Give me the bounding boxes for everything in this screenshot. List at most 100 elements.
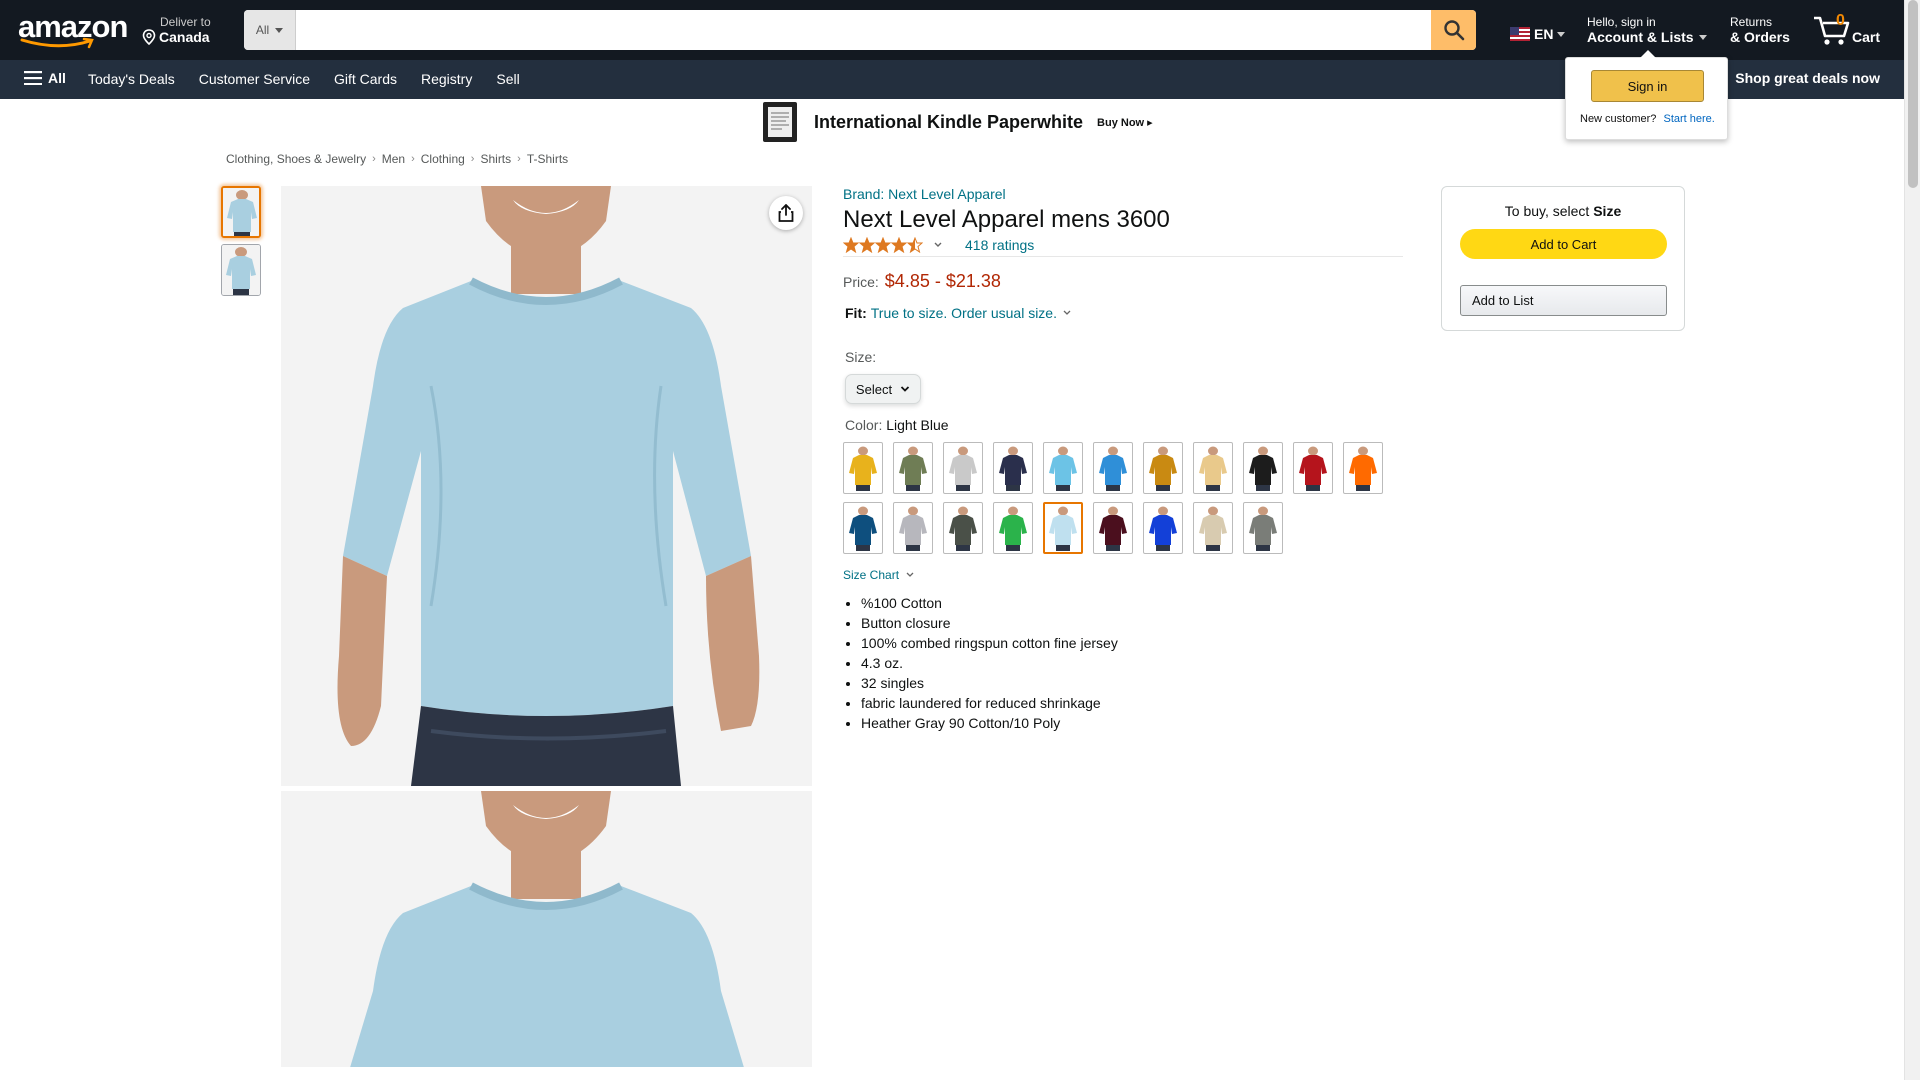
color-swatch[interactable]	[993, 502, 1033, 554]
search-button[interactable]	[1431, 10, 1476, 50]
all-menu-button[interactable]: All	[24, 70, 66, 86]
buy-box: To buy, select Size Add to Cart Add to L…	[1441, 186, 1685, 331]
color-swatch[interactable]	[1093, 442, 1133, 494]
tshirt-swatch-icon	[899, 446, 927, 491]
breadcrumb-item[interactable]: Men	[382, 152, 405, 166]
caret-down-icon	[275, 27, 284, 33]
search-category-label: All	[255, 23, 270, 37]
banner-buy-now[interactable]: Buy Now ▸	[1097, 116, 1153, 129]
feature-bullet: Heather Gray 90 Cotton/10 Poly	[861, 713, 1403, 733]
hamburger-menu-icon	[24, 71, 42, 85]
fit-value: True to size. Order usual size.	[870, 305, 1057, 321]
language-selector[interactable]: EN	[1510, 26, 1566, 42]
tshirt-swatch-icon	[1249, 446, 1277, 491]
color-swatch[interactable]	[893, 442, 933, 494]
main-product-image[interactable]	[281, 186, 812, 786]
color-swatch[interactable]	[943, 502, 983, 554]
search-category-dropdown[interactable]: All	[244, 10, 296, 50]
color-swatch[interactable]	[893, 502, 933, 554]
color-label-row: Color: Light Blue	[845, 417, 1403, 433]
image-thumbnail-1[interactable]	[221, 186, 261, 238]
color-swatch[interactable]	[843, 502, 883, 554]
tshirt-swatch-icon	[1049, 446, 1077, 491]
tshirt-swatch-icon	[999, 506, 1027, 551]
breadcrumb-item[interactable]: Clothing	[421, 152, 465, 166]
size-dropdown-value: Select	[855, 381, 893, 397]
signin-button[interactable]: Sign in	[1591, 70, 1704, 102]
tshirt-swatch-icon	[1249, 506, 1277, 551]
search-input[interactable]	[296, 10, 1431, 50]
breadcrumb-item[interactable]: Clothing, Shoes & Jewelry	[226, 152, 366, 166]
size-dropdown[interactable]: Select	[845, 374, 921, 404]
color-swatch[interactable]	[1293, 442, 1333, 494]
new-customer-text: New customer? Start here.	[1580, 113, 1715, 125]
cart-label: Cart	[1852, 29, 1881, 45]
amazon-logo[interactable]: amazon	[18, 11, 128, 49]
color-swatch[interactable]	[1193, 502, 1233, 554]
color-swatch[interactable]	[943, 442, 983, 494]
color-swatch[interactable]	[1193, 442, 1233, 494]
color-swatch[interactable]	[1043, 442, 1083, 494]
caret-down-icon	[1557, 31, 1566, 37]
nav-link-todays-deals[interactable]: Today's Deals	[88, 71, 175, 87]
scrollbar-thumb[interactable]	[1908, 0, 1918, 188]
color-swatch[interactable]	[1243, 442, 1283, 494]
tshirt-swatch-icon	[1099, 506, 1127, 551]
feature-bullet: fabric laundered for reduced shrinkage	[861, 693, 1403, 713]
kindle-banner[interactable]: International Kindle Paperwhite Buy Now …	[760, 100, 1153, 144]
chevron-down-icon	[934, 242, 942, 247]
breadcrumb-item[interactable]: T-Shirts	[527, 152, 568, 166]
color-swatch[interactable]	[1243, 502, 1283, 554]
add-to-list-button[interactable]: Add to List	[1460, 285, 1667, 316]
product-details: Brand: Next Level Apparel Next Level App…	[843, 186, 1403, 733]
account-and-lists[interactable]: Hello, sign in Account & Lists	[1587, 15, 1707, 45]
tshirt-swatch-icon	[1349, 446, 1377, 491]
color-swatch[interactable]	[843, 442, 883, 494]
tshirt-swatch-icon	[1199, 506, 1227, 551]
share-button[interactable]	[769, 196, 803, 230]
nav-link-customer-service[interactable]: Customer Service	[199, 71, 310, 87]
start-here-link[interactable]: Start here.	[1663, 113, 1714, 125]
image-thumbnail-2[interactable]	[221, 244, 261, 296]
size-chart-link[interactable]: Size Chart	[843, 568, 1403, 582]
secondary-product-image[interactable]	[281, 791, 812, 1067]
breadcrumb-item[interactable]: Shirts	[480, 152, 511, 166]
tshirt-swatch-icon	[999, 446, 1027, 491]
brand-link[interactable]: Brand: Next Level Apparel	[843, 186, 1403, 202]
cart-count: 0	[1836, 12, 1845, 29]
deliver-to[interactable]: Deliver to Canada	[142, 15, 211, 45]
size-chart-label: Size Chart	[843, 568, 900, 582]
color-label: Color:	[845, 417, 883, 433]
tshirt-swatch-icon	[1049, 506, 1077, 551]
color-swatch-grid	[843, 442, 1403, 554]
tshirt-thumbnail-image	[222, 245, 260, 295]
color-swatch[interactable]	[1143, 502, 1183, 554]
search-bar: All	[244, 10, 1476, 50]
color-swatch[interactable]	[1143, 442, 1183, 494]
rating-row: 418 ratings	[843, 237, 1403, 257]
ratings-count-link[interactable]: 418 ratings	[965, 237, 1034, 253]
returns-and-orders[interactable]: Returns & Orders	[1730, 15, 1790, 45]
star-rating[interactable]	[843, 237, 943, 253]
stars-icon	[843, 237, 923, 253]
price-value: $4.85 - $21.38	[884, 271, 1001, 291]
feature-bullet: Button closure	[861, 613, 1403, 633]
nav-link-gift-cards[interactable]: Gift Cards	[334, 71, 397, 87]
orders-label: & Orders	[1730, 29, 1790, 45]
color-swatch[interactable]	[1093, 502, 1133, 554]
nav-promo-link[interactable]: Shop great deals now	[1735, 70, 1880, 86]
color-swatch[interactable]	[1343, 442, 1383, 494]
page-scrollbar[interactable]	[1904, 0, 1920, 1080]
nav-link-registry[interactable]: Registry	[421, 71, 472, 87]
breadcrumb-chevron-icon: ›	[517, 153, 521, 165]
color-swatch[interactable]	[993, 442, 1033, 494]
fit-row[interactable]: Fit: True to size. Order usual size.	[845, 305, 1403, 321]
cart-button[interactable]: 0 Cart	[1812, 10, 1892, 50]
add-to-cart-button[interactable]: Add to Cart	[1460, 229, 1667, 259]
new-customer-label: New customer?	[1580, 113, 1657, 125]
fit-label: Fit:	[845, 305, 867, 321]
color-swatch[interactable]	[1043, 502, 1083, 554]
tshirt-swatch-icon	[949, 446, 977, 491]
feature-bullet: %100 Cotton	[861, 593, 1403, 613]
nav-link-sell[interactable]: Sell	[496, 71, 519, 87]
